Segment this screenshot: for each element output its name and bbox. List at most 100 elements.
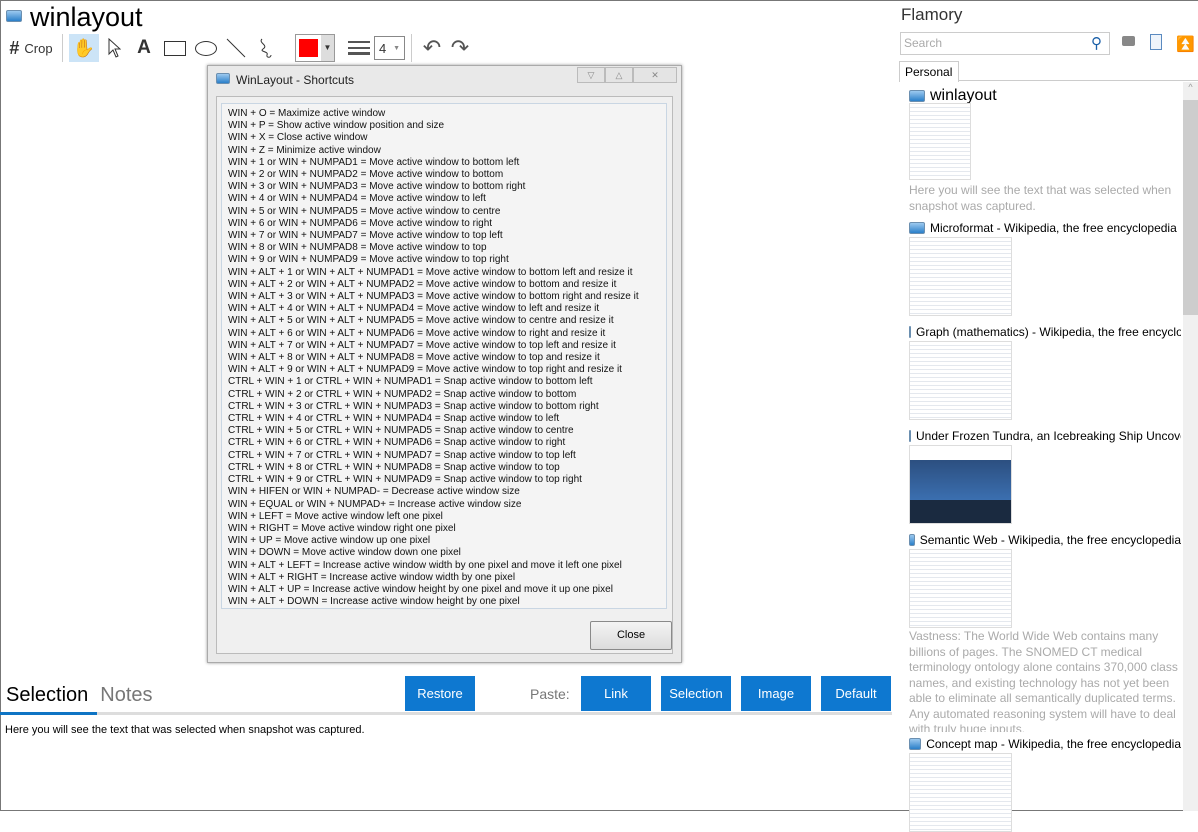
snapshot-thumbnail[interactable] xyxy=(909,237,1012,316)
pointer-icon xyxy=(108,38,121,58)
restore-button[interactable]: Restore xyxy=(405,676,475,711)
tab-selection[interactable]: Selection xyxy=(6,684,88,707)
shortcut-line: WIN + 1 or WIN + NUMPAD1 = Move active w… xyxy=(228,156,520,168)
shortcuts-list[interactable]: WIN + O = Maximize active window WIN + P … xyxy=(221,103,667,609)
shortcut-line: CTRL + WIN + 6 or CTRL + WIN + NUMPAD6 =… xyxy=(228,437,566,449)
tab-underline xyxy=(0,712,892,715)
shortcut-line: WIN + HIFEN or WIN + NUMPAD- = Decrease … xyxy=(228,486,520,498)
shortcut-line: CTRL + WIN + 4 or CTRL + WIN + NUMPAD4 =… xyxy=(228,413,560,425)
paste-image-button[interactable]: Image xyxy=(741,676,811,711)
paste-default-button[interactable]: Default xyxy=(821,676,891,711)
undo-button[interactable]: ↶ xyxy=(418,34,446,62)
shortcut-line: WIN + ALT + DOWN = Increase active windo… xyxy=(228,596,520,608)
snapshot-title[interactable]: Microformat - Wikipedia, the free encycl… xyxy=(909,221,1181,235)
shortcut-line: WIN + ALT + UP = Increase active window … xyxy=(228,583,613,595)
snapshot-title[interactable]: Graph (mathematics) - Wikipedia, the fre… xyxy=(909,325,1181,339)
freehand-tool[interactable] xyxy=(251,34,281,62)
shortcut-line: WIN + EQUAL or WIN + NUMPAD+ = Increase … xyxy=(228,498,522,510)
shortcut-line: WIN + ALT + 7 or WIN + ALT + NUMPAD7 = M… xyxy=(228,339,616,351)
close-button[interactable]: Close xyxy=(590,621,672,650)
snapshot-icon xyxy=(909,430,911,442)
shortcut-line: CTRL + WIN + 5 or CTRL + WIN + NUMPAD5 =… xyxy=(228,425,574,437)
snapshot-title[interactable]: Under Frozen Tundra, an Icebreaking Ship… xyxy=(909,429,1181,443)
line-width-select[interactable]: 4 ▼ xyxy=(374,36,405,60)
app-icon xyxy=(6,10,22,22)
shortcut-line: WIN + ALT + LEFT = Increase active windo… xyxy=(228,559,622,571)
shortcut-line: WIN + 6 or WIN + NUMPAD6 = Move active w… xyxy=(228,217,493,229)
pointer-tool[interactable] xyxy=(99,34,129,62)
search-icon[interactable]: ⚲ xyxy=(1091,34,1102,52)
shortcut-line: WIN + LEFT = Move active window left one… xyxy=(228,510,443,522)
divider xyxy=(62,34,63,62)
shortcut-line: WIN + 5 or WIN + NUMPAD5 = Move active w… xyxy=(228,205,501,217)
shortcut-line: WIN + ALT + 8 or WIN + ALT + NUMPAD8 = M… xyxy=(228,352,600,364)
collapse-icon[interactable]: ⏫ xyxy=(1176,35,1195,53)
snapshot-title[interactable]: Semantic Web - Wikipedia, the free encyc… xyxy=(909,533,1181,547)
ellipse-icon xyxy=(195,40,217,56)
line-icon xyxy=(226,38,246,58)
paste-link-button[interactable]: Link xyxy=(581,676,651,711)
shortcut-line: WIN + DOWN = Move active window down one… xyxy=(228,547,461,559)
ellipse-tool[interactable] xyxy=(191,34,221,62)
shortcut-line: WIN + ALT + 3 or WIN + ALT + NUMPAD3 = M… xyxy=(228,291,639,303)
chevron-down-icon: ▼ xyxy=(320,35,334,61)
shortcut-line: WIN + ALT + RIGHT = Increase active wind… xyxy=(228,571,516,583)
chevron-down-icon: ▼ xyxy=(393,44,400,52)
color-swatch xyxy=(299,39,318,57)
scrollbar-thumb[interactable] xyxy=(1183,100,1198,315)
dialog-title: WinLayout - Shortcuts xyxy=(236,73,355,87)
tab-notes[interactable]: Notes xyxy=(100,684,152,707)
page-title: winlayout xyxy=(30,2,143,32)
sidebar-title: Flamory xyxy=(901,5,963,24)
maximize-button[interactable]: △ xyxy=(605,67,633,83)
tabs-divider xyxy=(959,80,1198,81)
snapshot-description: Here you will see the text that was sele… xyxy=(909,183,1172,213)
shortcut-line: WIN + ALT + 6 or WIN + ALT + NUMPAD6 = M… xyxy=(228,327,606,339)
shortcuts-dialog: WinLayout - Shortcuts ▽ △ ✕ WIN + O = Maxi… xyxy=(207,65,682,663)
document-icon[interactable] xyxy=(1150,34,1162,50)
shortcut-line: WIN + ALT + 4 or WIN + ALT + NUMPAD4 = M… xyxy=(228,303,600,315)
shortcut-line: WIN + 3 or WIN + NUMPAD3 = Move active w… xyxy=(228,181,526,193)
shortcut-line: CTRL + WIN + 3 or CTRL + WIN + NUMPAD3 =… xyxy=(228,400,599,412)
redo-icon: ↷ xyxy=(450,35,470,60)
tab-personal[interactable]: Personal xyxy=(899,61,959,82)
snapshot-icon xyxy=(909,738,922,750)
shortcut-line: CTRL + WIN + 1 or CTRL + WIN + NUMPAD1 =… xyxy=(228,376,593,388)
minimize-button[interactable]: ▽ xyxy=(577,67,605,83)
shortcut-line: WIN + ALT + 2 or WIN + ALT + NUMPAD2 = M… xyxy=(228,278,617,290)
close-window-button[interactable]: ✕ xyxy=(633,67,677,83)
crop-icon: # xyxy=(9,37,20,58)
color-picker[interactable]: ▼ xyxy=(295,34,335,62)
snapshot-thumbnail[interactable] xyxy=(909,549,1012,628)
scroll-up-icon[interactable]: ^ xyxy=(1183,82,1198,92)
shortcut-line: CTRL + WIN + 7 or CTRL + WIN + NUMPAD7 =… xyxy=(228,449,576,461)
line-tool[interactable] xyxy=(221,34,251,62)
snapshot-thumbnail[interactable] xyxy=(909,103,971,180)
search-input[interactable]: Search xyxy=(900,32,1110,55)
snapshot-title[interactable]: Concept map - Wikipedia, the free encycl… xyxy=(909,737,1181,751)
divider xyxy=(411,34,412,62)
snapshot-icon xyxy=(909,222,925,234)
shortcut-line: WIN + RIGHT = Move active window right o… xyxy=(228,522,456,534)
shortcut-line: WIN + Z = Minimize active window xyxy=(228,144,381,156)
rectangle-tool[interactable] xyxy=(159,34,191,62)
shortcut-line: WIN + 2 or WIN + NUMPAD2 = Move active w… xyxy=(228,169,504,181)
selection-text[interactable]: Here you will see the text that was sele… xyxy=(5,724,365,736)
shortcut-line: CTRL + WIN + 9 or CTRL + WIN + NUMPAD9 =… xyxy=(228,474,582,486)
shortcut-line: WIN + ALT + 1 or WIN + ALT + NUMPAD1 = M… xyxy=(228,266,633,278)
redo-button[interactable]: ↷ xyxy=(446,34,474,62)
snapshot-icon xyxy=(909,90,925,102)
crop-button[interactable]: # Crop xyxy=(6,34,56,62)
shortcut-line: WIN + ALT + 5 or WIN + ALT + NUMPAD5 = M… xyxy=(228,315,614,327)
hand-tool[interactable]: ✋ xyxy=(69,34,99,62)
snapshot-thumbnail[interactable] xyxy=(909,341,1012,420)
toolbar: # Crop ✋ A ▼ 4 ▼ ↶ ↷ xyxy=(6,33,474,63)
shortcut-line: WIN + ALT + 9 or WIN + ALT + NUMPAD9 = M… xyxy=(228,364,622,376)
snapshot-description: Vastness: The World Wide Web contains ma… xyxy=(909,629,1178,732)
snapshot-thumbnail[interactable] xyxy=(909,753,1012,832)
camera-icon[interactable] xyxy=(1122,36,1135,46)
snapshot-thumbnail[interactable] xyxy=(909,445,1012,524)
paste-selection-button[interactable]: Selection xyxy=(661,676,731,711)
text-tool[interactable]: A xyxy=(129,34,159,62)
dialog-icon xyxy=(216,73,230,84)
